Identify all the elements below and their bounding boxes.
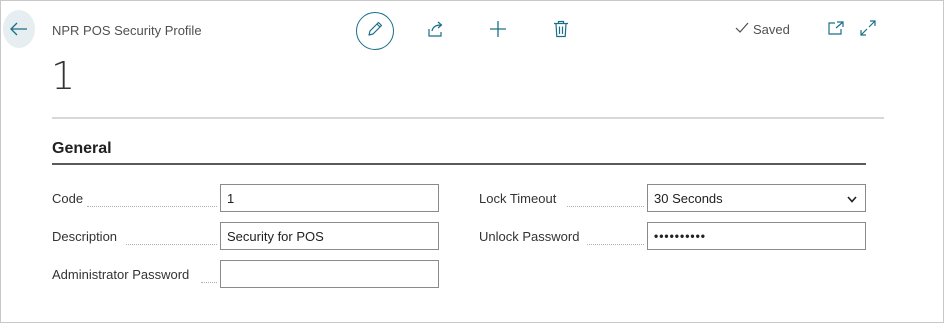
administrator-password-field[interactable] bbox=[220, 260, 439, 288]
header-divider bbox=[52, 117, 884, 119]
expand-icon bbox=[860, 19, 876, 41]
pencil-icon bbox=[366, 20, 384, 43]
expand-button[interactable] bbox=[858, 19, 878, 41]
unlock-password-field[interactable]: •••••••••• bbox=[647, 222, 866, 250]
description-label: Description bbox=[52, 229, 124, 244]
unlock-password-label: Unlock Password bbox=[479, 229, 586, 244]
description-value: Security for POS bbox=[227, 228, 324, 244]
leader-dots bbox=[201, 282, 217, 283]
open-new-window-icon bbox=[828, 20, 844, 40]
leader-dots bbox=[567, 206, 644, 207]
unlock-password-value: •••••••••• bbox=[654, 229, 707, 243]
lock-timeout-value: 30 Seconds bbox=[654, 190, 723, 206]
leader-dots bbox=[126, 244, 217, 245]
plus-icon bbox=[489, 20, 507, 43]
group-title-general[interactable]: General bbox=[52, 140, 112, 158]
code-value: 1 bbox=[227, 190, 235, 206]
code-label: Code bbox=[52, 191, 90, 206]
back-button[interactable] bbox=[3, 10, 35, 48]
lock-timeout-select[interactable]: 30 Seconds bbox=[647, 184, 866, 212]
leader-dots bbox=[87, 206, 217, 207]
card-page: NPR POS Security Profile 1 Saved General… bbox=[0, 0, 944, 323]
open-new-window-button[interactable] bbox=[826, 20, 846, 40]
edit-button[interactable] bbox=[356, 12, 394, 50]
group-underline bbox=[52, 163, 866, 165]
page-caption: NPR POS Security Profile bbox=[52, 23, 202, 38]
leader-dots bbox=[587, 244, 644, 245]
saved-label: Saved bbox=[753, 22, 790, 37]
lock-timeout-label: Lock Timeout bbox=[479, 191, 563, 206]
saved-status: Saved bbox=[735, 22, 790, 37]
delete-button[interactable] bbox=[549, 19, 573, 43]
chevron-down-icon bbox=[847, 191, 857, 206]
description-field[interactable]: Security for POS bbox=[220, 222, 439, 250]
new-button[interactable] bbox=[486, 19, 510, 43]
share-button[interactable] bbox=[424, 19, 448, 43]
trash-icon bbox=[553, 20, 569, 43]
share-icon bbox=[427, 20, 445, 43]
record-title: 1 bbox=[51, 54, 76, 98]
checkmark-icon bbox=[735, 22, 749, 37]
code-field[interactable]: 1 bbox=[220, 184, 439, 212]
administrator-password-label: Administrator Password bbox=[52, 267, 196, 282]
arrow-left-icon bbox=[10, 22, 28, 36]
